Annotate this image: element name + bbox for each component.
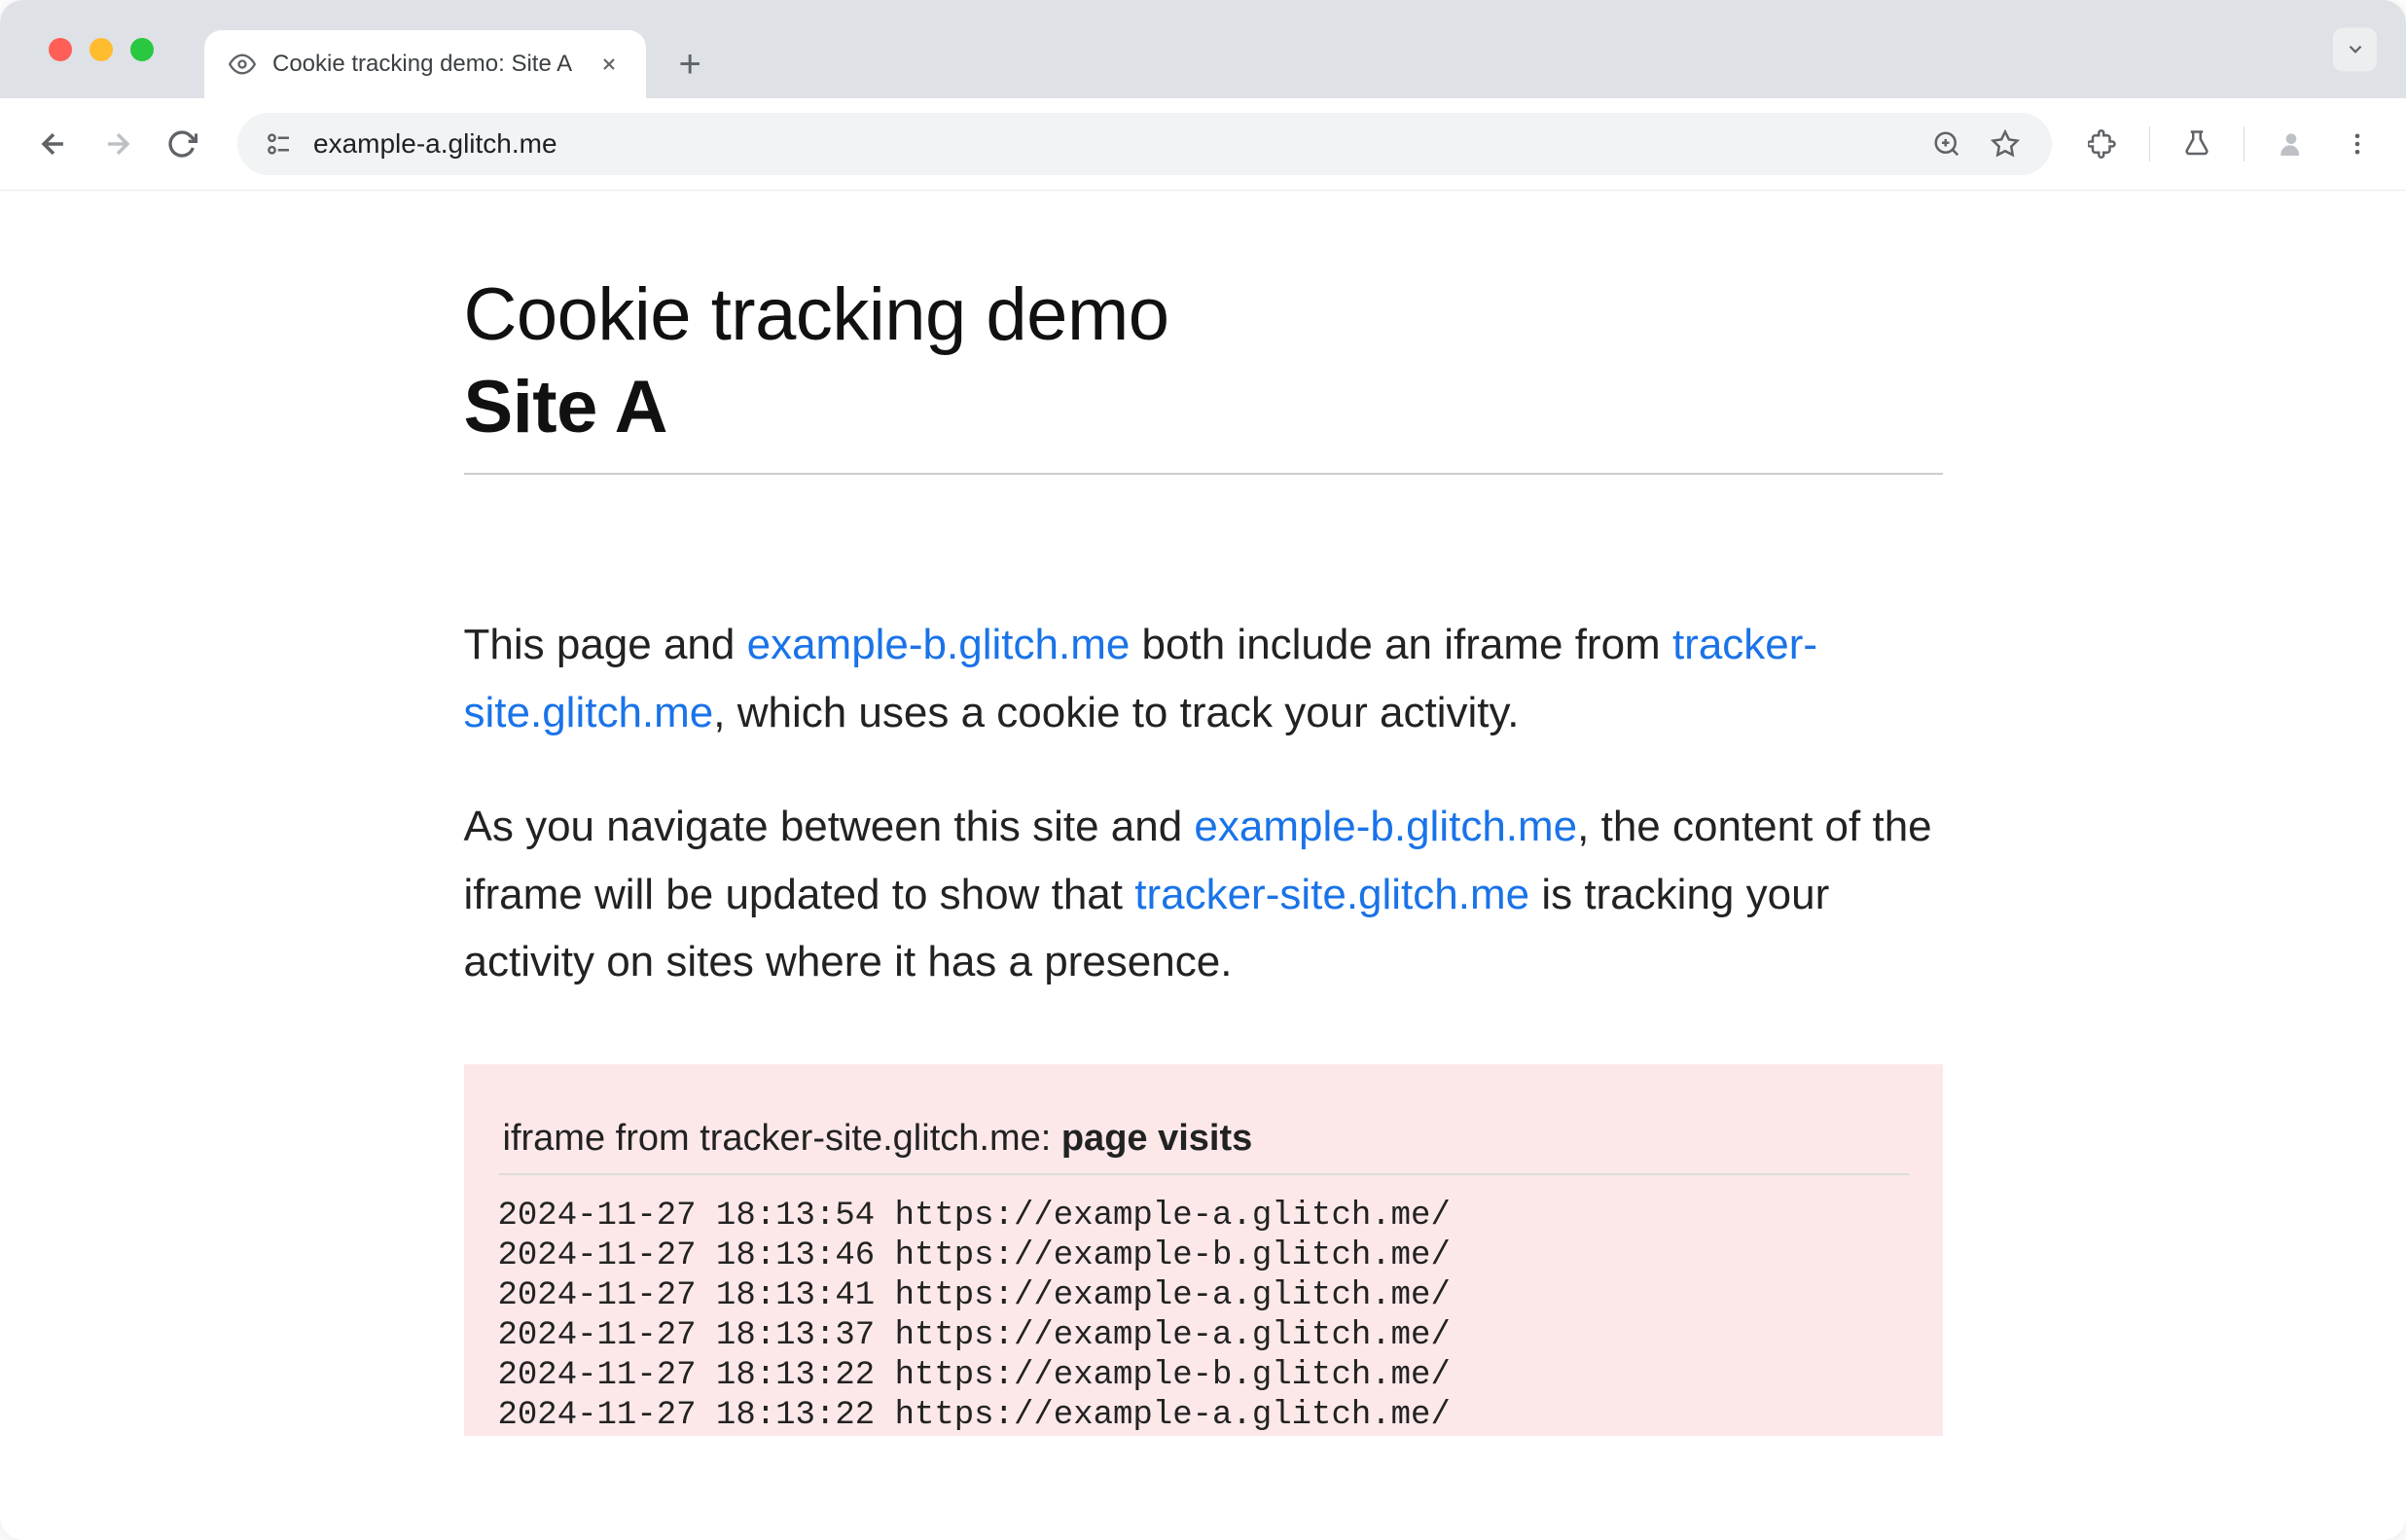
page-content: Cookie tracking demo Site A This page an… [464, 191, 1943, 1436]
close-window-button[interactable] [49, 38, 72, 61]
tab-list-dropdown[interactable] [2333, 27, 2377, 71]
maximize-window-button[interactable] [130, 38, 154, 61]
paragraph-1: This page and example-b.glitch.me both i… [464, 611, 1943, 746]
back-button[interactable] [29, 120, 78, 168]
close-tab-button[interactable] [595, 51, 623, 78]
labs-icon[interactable] [2177, 125, 2216, 163]
body-text: This page and example-b.glitch.me both i… [464, 611, 1943, 996]
tab-bar: Cookie tracking demo: Site A + [0, 0, 2406, 98]
toolbar: example-a.glitch.me [0, 98, 2406, 191]
title-line-2: Site A [464, 366, 668, 448]
visit-log: 2024-11-27 18:13:54 https://example-a.gl… [498, 1197, 1909, 1437]
url-text: example-a.glitch.me [313, 128, 1908, 160]
site-info-icon[interactable] [265, 129, 294, 159]
browser-tab[interactable]: Cookie tracking demo: Site A [204, 30, 646, 98]
address-bar[interactable]: example-a.glitch.me [237, 113, 2052, 175]
window-controls [49, 38, 154, 61]
title-line-1: Cookie tracking demo [464, 273, 1169, 356]
link-example-b[interactable]: example-b.glitch.me [1194, 803, 1577, 850]
browser-window: Cookie tracking demo: Site A + example-a… [0, 0, 2406, 1540]
paragraph-2: As you navigate between this site and ex… [464, 793, 1943, 996]
zoom-icon[interactable] [1927, 125, 1966, 163]
title-divider [464, 473, 1943, 475]
eye-icon [228, 50, 257, 79]
minimize-window-button[interactable] [90, 38, 113, 61]
menu-icon[interactable] [2338, 125, 2377, 163]
iframe-heading: iframe from tracker-site.glitch.me: page… [498, 1118, 1909, 1160]
new-tab-button[interactable]: + [665, 40, 714, 89]
reload-button[interactable] [158, 120, 206, 168]
link-tracker-site[interactable]: tracker-site.glitch.me [1134, 871, 1529, 918]
bookmark-icon[interactable] [1986, 125, 2025, 163]
divider [2149, 126, 2150, 161]
link-example-b[interactable]: example-b.glitch.me [747, 621, 1131, 668]
extensions-icon[interactable] [2083, 125, 2122, 163]
tab-title: Cookie tracking demo: Site A [272, 51, 572, 78]
iframe-divider [498, 1173, 1909, 1175]
forward-button[interactable] [93, 120, 142, 168]
page-viewport: Cookie tracking demo Site A This page an… [0, 191, 2406, 1540]
page-title: Cookie tracking demo Site A [464, 269, 1943, 453]
tracker-iframe: iframe from tracker-site.glitch.me: page… [464, 1064, 1943, 1437]
profile-icon[interactable] [2272, 125, 2311, 163]
toolbar-right [2083, 125, 2377, 163]
